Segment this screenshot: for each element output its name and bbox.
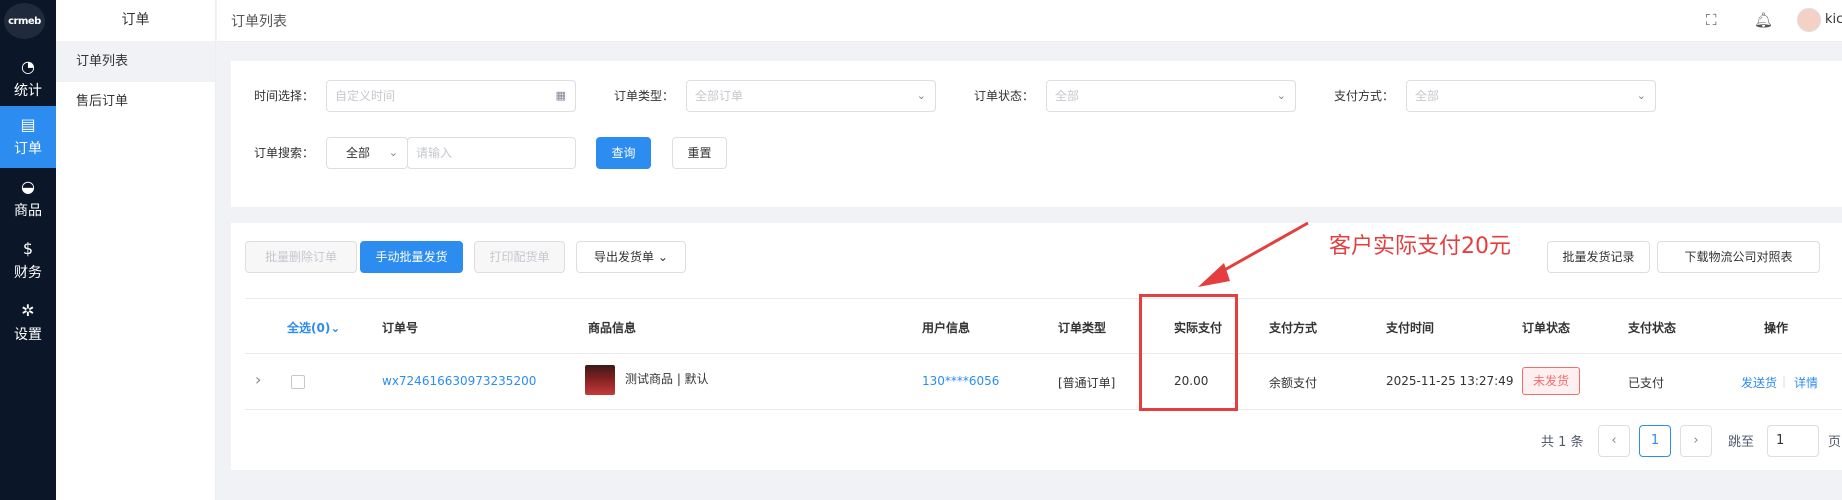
action-divider: | — [1782, 374, 1787, 388]
pay-status-value: 已支付 — [1628, 376, 1665, 390]
col-product: 商品信息 — [588, 321, 637, 335]
search-scope-select[interactable]: 全部 ⌄ — [326, 137, 408, 169]
rail-item-products[interactable]: ◒ 商品 — [0, 168, 56, 230]
col-pay-method: 支付方式 — [1269, 321, 1318, 335]
chevron-down-icon: ⌄ — [330, 321, 341, 335]
page-number[interactable]: 1 — [1639, 425, 1671, 457]
user-phone-link[interactable]: 130****6056 — [922, 374, 999, 388]
prev-page-icon[interactable]: ‹ — [1598, 425, 1630, 457]
search-placeholder: 请输入 — [416, 146, 453, 160]
rail-item-label: 商品 — [14, 203, 42, 219]
search-scope-value: 全部 — [345, 146, 370, 160]
col-actions: 操作 — [1764, 321, 1789, 335]
page-suffix: 页 — [1828, 435, 1842, 450]
order-type-value: [普通订单] — [1058, 376, 1116, 390]
bell-icon[interactable]: 🔔︎ — [1754, 11, 1773, 29]
top-header: 订单列表 ⛶ 🔔︎ kic — [217, 0, 1842, 42]
col-user: 用户信息 — [922, 321, 971, 335]
batch-delete-button[interactable]: 批量删除订单 — [245, 241, 357, 273]
manual-batch-ship-button[interactable]: 手动批量发货 — [360, 241, 463, 273]
export-ship-button[interactable]: 导出发货单 ⌄ — [576, 241, 686, 273]
time-range-input[interactable]: 自定义时间 ▦ — [326, 80, 576, 112]
order-no-link[interactable]: wx724616630973235200 — [382, 374, 536, 388]
col-order-type: 订单类型 — [1058, 321, 1107, 335]
pay-method-select[interactable]: 全部 ⌄ — [1406, 80, 1656, 112]
print-pick-button[interactable]: 打印配货单 — [474, 241, 565, 273]
dollar-icon: $ — [22, 239, 34, 258]
rail-item-label: 统计 — [14, 83, 42, 99]
order-status-select[interactable]: 全部 ⌄ — [1046, 80, 1296, 112]
annotation-text: 客户实际支付20元 — [1329, 234, 1511, 259]
gear-icon: ✲ — [21, 301, 35, 320]
order-search-input[interactable]: 请输入 — [407, 137, 576, 169]
clock-icon: ◔ — [21, 57, 35, 76]
jump-page-input[interactable]: 1 — [1767, 425, 1819, 457]
sub-sidebar: 订单 订单列表 售后订单 — [56, 0, 216, 500]
chevron-down-icon: ⌄ — [657, 250, 668, 264]
product-info: 测试商品 | 默认 — [625, 372, 709, 386]
chevron-down-icon: ⌄ — [1276, 89, 1286, 102]
breadcrumb: 订单列表 — [231, 14, 287, 30]
fullscreen-icon[interactable]: ⛶ — [1706, 11, 1717, 29]
pay-method-value: 全部 — [1415, 89, 1440, 103]
col-order-status: 订单状态 — [1522, 321, 1571, 335]
next-page-icon[interactable]: › — [1680, 425, 1712, 457]
username[interactable]: kic — [1825, 12, 1842, 27]
rail-item-label: 订单 — [14, 141, 42, 157]
select-all-label: 全选(0) — [287, 321, 331, 335]
jump-label: 跳至 — [1728, 435, 1755, 450]
ship-action-link[interactable]: 发送货 — [1741, 374, 1777, 391]
product-thumbnail — [585, 365, 615, 395]
pay-method-value: 余额支付 — [1269, 376, 1318, 390]
row-checkbox[interactable] — [291, 375, 305, 389]
order-type-value: 全部订单 — [695, 89, 744, 103]
order-status-value: 全部 — [1055, 89, 1080, 103]
rail-item-settings[interactable]: ✲ 设置 — [0, 292, 56, 354]
col-pay-time: 支付时间 — [1386, 321, 1435, 335]
order-type-select[interactable]: 全部订单 ⌄ — [686, 80, 936, 112]
status-badge: 未发货 — [1522, 367, 1581, 395]
rail-item-label: 设置 — [14, 327, 42, 343]
sidebar-item-order-list[interactable]: 订单列表 — [56, 42, 215, 82]
query-button[interactable]: 查询 — [596, 137, 651, 169]
filter-panel: 时间选择： 自定义时间 ▦ 订单类型： 全部订单 ⌄ 订单状态： 全部 ⌄ 支付… — [231, 61, 1842, 207]
sidebar-title: 订单 — [56, 0, 215, 42]
chevron-down-icon: ⌄ — [1636, 89, 1646, 102]
pay-method-label: 支付方式： — [1334, 89, 1395, 103]
table-header: 全选(0)⌄ 订单号 商品信息 用户信息 订单类型 实际支付 支付方式 支付时间… — [245, 298, 1842, 354]
order-search-label: 订单搜索： — [254, 146, 315, 160]
crmeb-logo[interactable]: crmeb — [4, 3, 45, 39]
batch-ship-records-button[interactable]: 批量发货记录 — [1547, 241, 1650, 273]
basket-icon: ◒ — [21, 177, 35, 196]
chevron-down-icon: ⌄ — [388, 146, 398, 159]
avatar[interactable] — [1797, 8, 1821, 32]
rail-item-orders[interactable]: ▤ 订单 — [0, 106, 56, 168]
col-order-no: 订单号 — [382, 321, 419, 335]
chevron-down-icon: ⌄ — [916, 89, 926, 102]
col-pay-status: 支付状态 — [1628, 321, 1677, 335]
table-row: › wx724616630973235200 测试商品 | 默认 130****… — [245, 354, 1842, 410]
pay-time-value: 2025-11-25 13:27:49 — [1386, 374, 1514, 388]
detail-action-link[interactable]: 详情 — [1794, 374, 1818, 391]
calendar-icon: ▦ — [555, 89, 566, 102]
sidebar-item-after-sales[interactable]: 售后订单 — [56, 82, 215, 122]
time-label: 时间选择： — [254, 89, 315, 103]
order-status-label: 订单状态： — [974, 89, 1035, 103]
download-logistics-button[interactable]: 下载物流公司对照表 — [1657, 241, 1820, 273]
annotation-arrow — [1198, 221, 1309, 287]
rail-item-stats[interactable]: ◔ 统计 — [0, 48, 56, 110]
pager-total: 共 1 条 — [1541, 435, 1584, 450]
rail-item-label: 财务 — [14, 265, 42, 281]
expand-icon[interactable]: › — [255, 370, 261, 389]
icon-rail: crmeb ◔ 统计 ▤ 订单 ◒ 商品 $ 财务 ✲ 设置 — [0, 0, 56, 500]
select-all-toggle[interactable]: 全选(0)⌄ — [287, 319, 340, 336]
reset-button[interactable]: 重置 — [672, 137, 727, 169]
orders-card: 批量删除订单 手动批量发货 打印配货单 导出发货单 ⌄ 批量发货记录 下载物流公… — [231, 223, 1842, 470]
order-type-label: 订单类型： — [614, 89, 675, 103]
highlight-box — [1139, 294, 1238, 411]
document-icon: ▤ — [20, 115, 36, 134]
export-ship-label: 导出发货单 — [594, 250, 655, 264]
rail-item-finance[interactable]: $ 财务 — [0, 230, 56, 292]
time-placeholder: 自定义时间 — [335, 89, 396, 103]
